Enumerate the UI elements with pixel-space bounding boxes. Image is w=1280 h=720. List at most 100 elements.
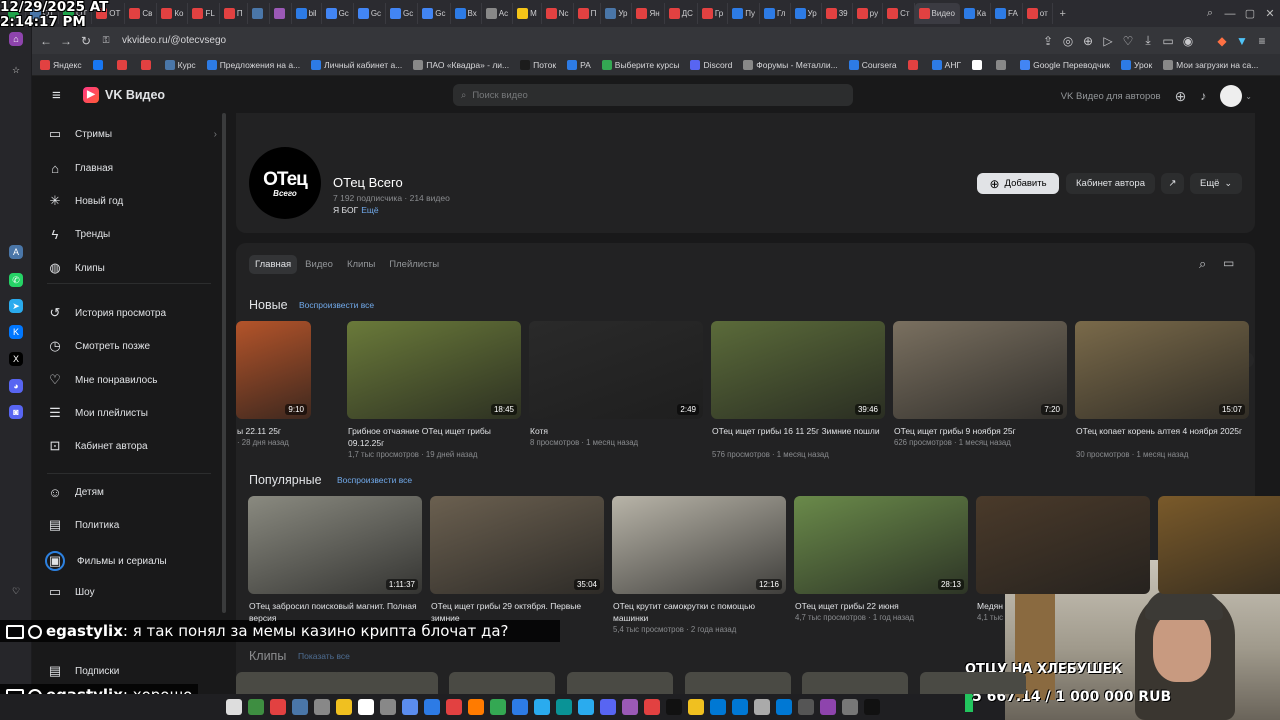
browser-tab[interactable]: Ст (883, 3, 915, 24)
x-icon[interactable]: X (9, 352, 23, 366)
sidebar-item-6[interactable]: ↺ История просмотра (47, 305, 217, 321)
browser-tab[interactable]: Gc (354, 3, 387, 24)
extension-icon[interactable]: ◆ (1212, 34, 1232, 48)
video-thumbnail[interactable]: 1:11:37 (248, 496, 422, 594)
bookmark-item[interactable]: Выберите курсы (601, 59, 679, 70)
bookmark-item[interactable]: Мои загрузки на са... (1163, 59, 1258, 70)
sidebar-item-5[interactable]: ◍ Клипы (47, 260, 217, 276)
discord-icon[interactable]: ◕ (9, 379, 23, 393)
video-title[interactable]: ОТец забросил поисковый магнит. Полная в… (249, 600, 421, 624)
browser-tab[interactable]: Ка (960, 3, 992, 24)
minimize-icon[interactable]: — (1220, 8, 1240, 20)
sidebar-item-12[interactable]: ▤ Политика (47, 517, 217, 533)
taskbar-app-icon[interactable] (270, 699, 286, 715)
video-title[interactable]: ОТец копает корень алтея 4 ноября 2025г (1076, 425, 1248, 437)
play-all-popular-link[interactable]: Воспроизвести все (337, 475, 412, 485)
play-all-new-link[interactable]: Воспроизвести все (299, 300, 374, 310)
browser-tab[interactable]: ДС (665, 3, 698, 24)
bookmark-item[interactable]: Поток (520, 59, 556, 70)
browser-tab[interactable]: Nc (542, 3, 574, 24)
taskbar-app-icon[interactable] (446, 699, 462, 715)
bookmark-item[interactable] (996, 59, 1009, 70)
taskbar-app-icon[interactable] (732, 699, 748, 715)
bookmark-item[interactable]: Форумы - Металли... (743, 59, 838, 70)
search-icon[interactable]: ⌕ (1200, 7, 1220, 20)
taskbar-app-icon[interactable] (402, 699, 418, 715)
description-more-link[interactable]: Ещё (361, 205, 378, 215)
camera-icon[interactable]: ◎ (1058, 34, 1078, 48)
taskbar-app-icon[interactable] (798, 699, 814, 715)
video-thumbnail[interactable]: 28:13 (794, 496, 968, 594)
video-thumbnail[interactable]: 9:10 (236, 321, 311, 419)
add-icon[interactable]: ⊕ (1175, 88, 1187, 105)
taskbar-app-icon[interactable] (578, 699, 594, 715)
sidebar-item-4[interactable]: ϟ Тренды (47, 226, 217, 242)
channel-avatar[interactable]: ОТец Всего (249, 147, 321, 219)
close-icon[interactable]: ✕ (1260, 7, 1280, 20)
video-title[interactable]: ОТец крутит самокрутки с помощью машинки (613, 600, 785, 624)
taskbar-app-icon[interactable] (644, 699, 660, 715)
url-field[interactable]: vkvideo.ru/@otecvsego (122, 35, 226, 46)
taskbar-app-icon[interactable] (820, 699, 836, 715)
video-title[interactable]: ОТец ищет грибы 16 11 25г Зимние пошли (712, 425, 884, 437)
app-icon[interactable]: A (9, 245, 23, 259)
download-icon[interactable]: ⤓ (1138, 33, 1158, 48)
taskbar-app-icon[interactable] (754, 699, 770, 715)
vpn-icon[interactable]: ▼ (1232, 34, 1252, 48)
video-thumbnail[interactable] (1158, 496, 1280, 594)
sidebar-item-3[interactable]: ✳ Новый год (47, 193, 217, 209)
reload-icon[interactable]: ↻ (76, 34, 96, 48)
browser-tab[interactable]: Ур (791, 3, 822, 24)
bell-icon[interactable]: ♪ (1200, 89, 1206, 103)
more-button[interactable]: Ещё ⌄ (1190, 173, 1242, 194)
browser-tab[interactable] (270, 3, 292, 24)
vk-icon[interactable]: K (9, 325, 23, 339)
video-title[interactable]: ОТец ищет грибы 29 октября. Первые зимни… (431, 600, 603, 624)
browser-tab[interactable]: Вх (451, 3, 482, 24)
vk-video-logo[interactable]: ▶ VK Видео (83, 87, 165, 103)
sidebar-item-15[interactable]: ▤ Подписки (47, 663, 217, 679)
browser-tab[interactable]: Gc (322, 3, 354, 24)
clip-thumbnail[interactable] (236, 672, 342, 694)
taskbar-app-icon[interactable] (534, 699, 550, 715)
browser-tab[interactable] (248, 3, 270, 24)
bookmark-item[interactable]: Discord (690, 59, 732, 70)
tab-2[interactable]: Видео (299, 255, 339, 274)
taskbar-app-icon[interactable] (688, 699, 704, 715)
browser-tab[interactable]: Ян (632, 3, 665, 24)
bookmark-item[interactable] (972, 59, 985, 70)
whatsapp-icon[interactable]: ✆ (9, 273, 23, 287)
video-title[interactable]: Грибное отчаяние ОТец ищет грибы 09.12.2… (348, 425, 520, 449)
video-title[interactable]: ОТец ищет грибы 9 ноября 25г (894, 425, 1066, 437)
clip-thumbnail[interactable] (567, 672, 673, 694)
browser-tab[interactable]: П (574, 3, 602, 24)
browser-tab[interactable]: py (853, 3, 884, 24)
bookmark-item[interactable]: PA (567, 59, 591, 70)
taskbar-app-icon[interactable] (380, 699, 396, 715)
video-thumbnail[interactable]: 18:45 (347, 321, 521, 419)
bookmark-item[interactable]: АНГ (931, 59, 961, 70)
taskbar-app-icon[interactable] (358, 699, 374, 715)
taskbar-app-icon[interactable] (226, 699, 242, 715)
taskbar-app-icon[interactable] (600, 699, 616, 715)
browser-tab[interactable]: bil (292, 3, 322, 24)
for-authors-link[interactable]: VK Видео для авторов (1061, 91, 1161, 102)
bookmark-item[interactable] (140, 59, 154, 70)
browser-tab[interactable]: Ко (157, 3, 189, 24)
browser-tab[interactable]: Пу (728, 3, 760, 24)
video-thumbnail[interactable]: 35:04 (430, 496, 604, 594)
sidebar-item-11[interactable]: ☺ Детям (47, 484, 217, 500)
taskbar-app-icon[interactable] (490, 699, 506, 715)
video-title[interactable]: ОТец ищет грибы 22 июня (795, 600, 967, 612)
taskbar-app-icon[interactable] (248, 699, 264, 715)
home-icon[interactable]: ⌂ (9, 32, 23, 46)
bookmark-item[interactable]: Личный кабинет а... (311, 59, 402, 70)
bookmark-item[interactable] (907, 59, 921, 70)
video-thumbnail[interactable]: 2:49 (529, 321, 703, 419)
taskbar-app-icon[interactable] (666, 699, 682, 715)
telegram-icon[interactable]: ➤ (9, 299, 23, 313)
clip-thumbnail[interactable] (332, 672, 438, 694)
taskbar-app-icon[interactable] (622, 699, 638, 715)
browser-tab[interactable]: Гл (760, 3, 791, 24)
video-thumbnail[interactable] (976, 496, 1150, 594)
